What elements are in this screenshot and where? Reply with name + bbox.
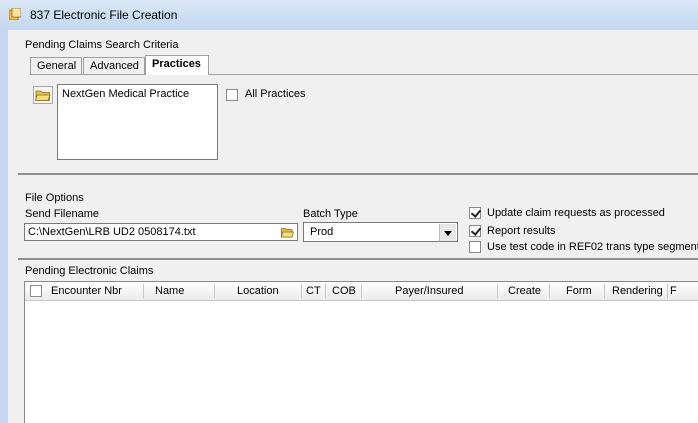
column-ct[interactable]: CT — [306, 285, 321, 297]
column-create[interactable]: Create — [508, 285, 541, 297]
file-creation-icon — [9, 8, 21, 20]
update-claims-checkbox[interactable] — [469, 207, 481, 219]
batch-type-value: Prod — [310, 226, 334, 238]
column-encounter-nbr[interactable]: Encounter Nbr — [51, 285, 122, 297]
column-divider[interactable] — [301, 284, 302, 298]
practices-list[interactable]: NextGen Medical Practice — [57, 84, 218, 160]
column-name[interactable]: Name — [155, 285, 184, 297]
browse-folder-icon[interactable] — [281, 227, 294, 238]
column-divider[interactable] — [361, 284, 362, 298]
window-frame — [0, 30, 8, 423]
claims-grid[interactable]: Encounter Nbr Name Location CT COB Payer… — [24, 281, 698, 423]
tab-practices-label: Practices — [152, 58, 201, 70]
send-filename-field[interactable]: C:\NextGen\LRB UD2 0508174.txt — [24, 223, 298, 241]
tab-panel-border — [30, 74, 698, 75]
update-claims-label: Update claim requests as processed — [487, 207, 665, 219]
file-options-group-label: File Options — [25, 192, 84, 204]
report-results-checkbox[interactable] — [469, 225, 481, 237]
column-cob[interactable]: COB — [332, 285, 356, 297]
batch-type-select[interactable]: Prod — [303, 222, 458, 242]
section-divider — [18, 173, 698, 175]
all-practices-checkbox[interactable] — [226, 89, 238, 101]
tab-practices[interactable]: Practices — [145, 55, 209, 75]
tab-advanced[interactable]: Advanced — [83, 57, 145, 74]
chevron-down-icon[interactable] — [439, 224, 456, 241]
column-form[interactable]: Form — [566, 285, 592, 297]
all-practices-label: All Practices — [245, 88, 306, 100]
tab-general-label: General — [37, 60, 77, 72]
test-code-label: Use test code in REF02 trans type segmen… — [487, 241, 698, 253]
send-filename-label: Send Filename — [25, 208, 99, 220]
send-filename-value: C:\NextGen\LRB UD2 0508174.txt — [28, 226, 196, 238]
section-divider — [18, 258, 698, 260]
column-payer-insured[interactable]: Payer/Insured — [395, 285, 463, 297]
batch-type-label: Batch Type — [303, 208, 358, 220]
open-folder-icon[interactable] — [33, 86, 53, 104]
list-item[interactable]: NextGen Medical Practice — [62, 88, 189, 100]
column-divider[interactable] — [549, 284, 550, 298]
search-criteria-group-label: Pending Claims Search Criteria — [25, 39, 179, 51]
window-title: 837 Electronic File Creation — [30, 8, 178, 22]
test-code-checkbox[interactable] — [469, 241, 481, 253]
column-rendering[interactable]: Rendering — [612, 285, 663, 297]
grid-header: Encounter Nbr Name Location CT COB Payer… — [25, 282, 698, 301]
column-divider[interactable] — [143, 284, 144, 298]
pending-claims-group-label: Pending Electronic Claims — [25, 265, 154, 277]
column-divider[interactable] — [667, 284, 668, 298]
column-divider[interactable] — [214, 284, 215, 298]
column-divider[interactable] — [325, 284, 326, 298]
column-divider[interactable] — [604, 284, 605, 298]
column-f[interactable]: F — [670, 285, 677, 297]
select-all-checkbox[interactable] — [30, 285, 42, 297]
tab-advanced-label: Advanced — [90, 60, 139, 72]
column-location[interactable]: Location — [237, 285, 279, 297]
tab-general[interactable]: General — [30, 57, 82, 74]
column-divider[interactable] — [497, 284, 498, 298]
title-bar: 837 Electronic File Creation — [0, 0, 698, 31]
report-results-label: Report results — [487, 225, 556, 237]
